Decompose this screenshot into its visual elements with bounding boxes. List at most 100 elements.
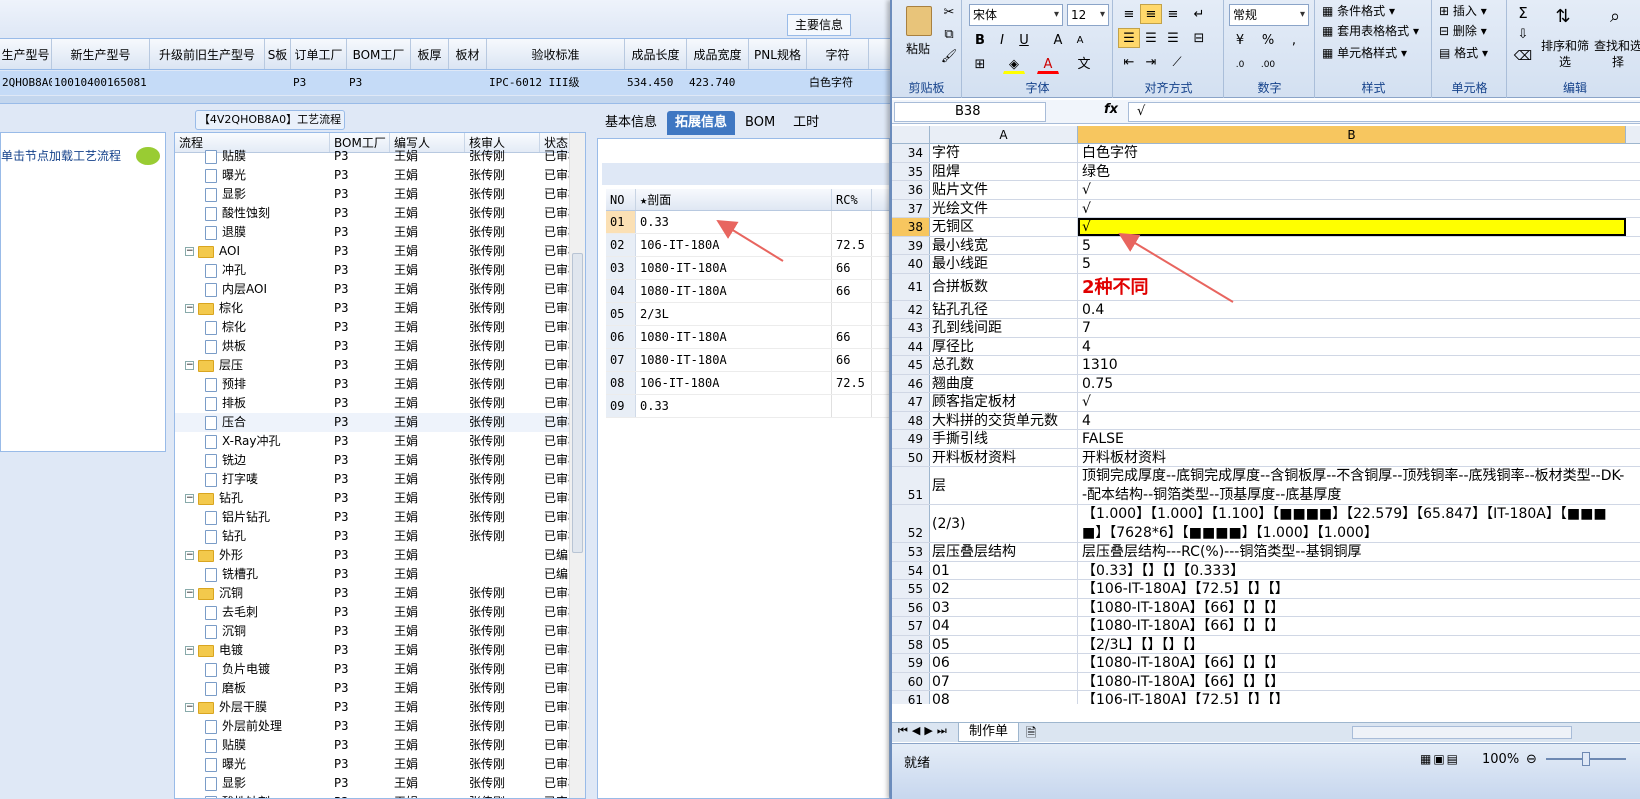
cell-b[interactable]: FALSE xyxy=(1078,430,1626,448)
tree-node[interactable]: 冲孔 xyxy=(175,261,330,280)
number-format-combo[interactable]: 常规 xyxy=(1229,4,1309,26)
tree-row[interactable]: 预排 P3 王娟 张传刚 已审核 xyxy=(175,375,585,394)
cell-a[interactable]: 厚径比 xyxy=(930,337,1078,355)
insert-button[interactable]: ⊞ 插入 ▾ xyxy=(1439,2,1487,20)
row-header[interactable]: 37 xyxy=(892,199,930,217)
cell-a[interactable]: 孔到线间距 xyxy=(930,319,1078,337)
cell-a[interactable]: 总孔数 xyxy=(930,356,1078,374)
tree-row[interactable]: 曝光 P3 王娟 张传刚 已审核 xyxy=(175,755,585,774)
clear-icon[interactable]: ⌫ xyxy=(1512,46,1534,66)
tree-row[interactable]: − 棕化 P3 王娟 张传刚 已审核 xyxy=(175,299,585,318)
main-col-header[interactable]: 订单工厂 xyxy=(291,39,347,69)
row-header[interactable]: 39 xyxy=(892,236,930,254)
row-header[interactable]: 35 xyxy=(892,162,930,180)
tree-node[interactable]: 曝光 xyxy=(175,166,330,185)
align-left-icon[interactable]: ☰ xyxy=(1118,28,1140,48)
cell-b[interactable]: 层压叠层结构---RC(%)---铜箔类型--基铜铜厚 xyxy=(1078,543,1626,561)
tree-row[interactable]: 酸性蚀刻P3王娟张传刚已审核 xyxy=(175,793,585,798)
row-header[interactable]: 40 xyxy=(892,255,930,273)
main-col-header[interactable]: 字符 xyxy=(807,39,869,69)
name-box[interactable]: B38 xyxy=(894,102,1046,122)
tree-row[interactable]: 烘板 P3 王娟 张传刚 已审核 xyxy=(175,337,585,356)
tree-row[interactable]: X-Ray冲孔 P3 王娟 张传刚 已审核 xyxy=(175,432,585,451)
cell-b[interactable]: 1310 xyxy=(1078,356,1626,374)
cell-b[interactable]: 白色字符 xyxy=(1078,144,1626,162)
tree-node[interactable]: 显影 xyxy=(175,185,330,204)
main-col-header[interactable]: 生产型号 xyxy=(0,39,52,69)
tree-node[interactable]: − 外形 xyxy=(175,546,330,565)
row-header[interactable]: 46 xyxy=(892,374,930,392)
tree-node[interactable]: − 钻孔 xyxy=(175,489,330,508)
tree-node[interactable]: 铝片钻孔 xyxy=(175,508,330,527)
cell-b[interactable]: 0.4 xyxy=(1078,301,1626,319)
main-col-header[interactable]: 新生产型号 xyxy=(52,39,150,69)
cell-a[interactable]: 05 xyxy=(930,635,1078,653)
tree-row[interactable]: 内层AOI P3 王娟 张传刚 已审核 xyxy=(175,280,585,299)
cell-b[interactable]: 【1.000】【1.000】【1.100】【■■■■】【22.579】【65.8… xyxy=(1078,505,1626,542)
currency-icon[interactable]: ¥ xyxy=(1229,30,1251,50)
cell-b[interactable]: 【1080-IT-180A】【66】【】【】 xyxy=(1078,673,1626,691)
decrease-decimal-icon[interactable]: .00 xyxy=(1257,54,1279,74)
tree-row[interactable]: 磨板 P3 王娟 张传刚 已审核 xyxy=(175,679,585,698)
sort-filter-button[interactable]: 排序和筛选 xyxy=(1540,38,1590,70)
cell-a[interactable]: 02 xyxy=(930,580,1078,598)
find-select-icon[interactable]: ⌕ xyxy=(1604,6,1626,27)
italic-icon[interactable]: I xyxy=(991,30,1013,50)
cell-a[interactable]: 03 xyxy=(930,598,1078,616)
font-color-icon[interactable]: A xyxy=(1037,54,1059,74)
cell-b[interactable]: √ xyxy=(1078,181,1626,199)
delete-button[interactable]: ⊟ 删除 ▾ xyxy=(1439,22,1487,40)
tree-node[interactable]: − 层压 xyxy=(175,356,330,375)
merge-icon[interactable]: ⊟ xyxy=(1188,28,1210,48)
row-header[interactable]: 52 xyxy=(892,505,930,542)
main-table-row[interactable]: 2QHOB8A0 10010400165081 P3 P3 IPC-6012 III级 5… xyxy=(0,71,890,95)
cell-b[interactable]: 5 xyxy=(1078,237,1626,255)
align-top-icon[interactable]: ≡ xyxy=(1118,4,1140,24)
tree-node[interactable]: 酸性蚀刻 xyxy=(175,793,330,798)
stack-row[interactable]: 04 1080-IT-180A 66 xyxy=(606,280,889,303)
cell-a[interactable]: 合拼板数 xyxy=(930,273,1078,300)
tree-row[interactable]: 钻孔 P3 王娟 张传刚 已审核 xyxy=(175,527,585,546)
sort-filter-icon[interactable]: ⇅ xyxy=(1552,6,1574,27)
tree-row[interactable]: 显影 P3 王娟 张传刚 已审核 xyxy=(175,185,585,204)
main-info-panel-title[interactable]: 主要信息 xyxy=(787,14,851,36)
cell-a[interactable]: 06 xyxy=(930,654,1078,672)
cell-b[interactable]: 【2/3L】【】【】【】 xyxy=(1078,636,1626,654)
cell-b[interactable]: √ xyxy=(1078,393,1626,411)
horizontal-scrollbar[interactable] xyxy=(1352,726,1572,739)
tree-node[interactable]: 去毛刺 xyxy=(175,603,330,622)
main-col-header[interactable]: 板厚 xyxy=(411,39,449,69)
indent-increase-icon[interactable]: ⇥ xyxy=(1140,52,1162,72)
cell-b[interactable]: 7 xyxy=(1078,319,1626,337)
grow-font-icon[interactable]: A xyxy=(1047,30,1069,50)
main-col-header[interactable]: 成品长度 xyxy=(625,39,687,69)
tree-row[interactable]: − 层压 P3 王娟 张传刚 已审核 xyxy=(175,356,585,375)
row-header[interactable]: 45 xyxy=(892,356,930,374)
cell-a[interactable]: 大料拼的交货单元数 xyxy=(930,411,1078,429)
tab-item[interactable]: 基本信息 xyxy=(597,111,665,135)
tree-node[interactable]: − AOI xyxy=(175,242,330,261)
fill-color-icon[interactable]: ◈ xyxy=(1003,54,1025,74)
collapse-toggle-icon[interactable]: − xyxy=(185,589,194,598)
tree-node[interactable]: X-Ray冲孔 xyxy=(175,432,330,451)
border-icon[interactable]: ⊞ xyxy=(969,54,991,74)
percent-icon[interactable]: % xyxy=(1257,30,1279,50)
cell-a[interactable]: 08 xyxy=(930,691,1078,704)
tree-row[interactable]: 棕化 P3 王娟 张传刚 已审核 xyxy=(175,318,585,337)
tree-node[interactable]: 贴膜 xyxy=(175,147,330,166)
stack-row[interactable]: 01 0.33 xyxy=(606,211,889,234)
fill-icon[interactable]: ⇩ xyxy=(1512,24,1534,44)
format-button[interactable]: ▤ 格式 ▾ xyxy=(1439,44,1488,62)
font-size-combo[interactable]: 12 xyxy=(1067,4,1109,26)
cell-a[interactable]: 钻孔孔径 xyxy=(930,300,1078,318)
tree-row[interactable]: 铣边 P3 王娟 张传刚 已审核 xyxy=(175,451,585,470)
tree-node[interactable]: 棕化 xyxy=(175,318,330,337)
tree-row[interactable]: 排板 P3 王娟 张传刚 已审核 xyxy=(175,394,585,413)
row-header[interactable]: 38 xyxy=(892,218,930,236)
cell-b[interactable]: √ xyxy=(1078,200,1626,218)
select-all-corner[interactable] xyxy=(892,126,930,143)
sheet-nav-icon[interactable]: ⏮◀▶⏭ xyxy=(898,724,951,738)
tree-node[interactable]: 内层AOI xyxy=(175,280,330,299)
tree-node[interactable]: − 沉铜 xyxy=(175,584,330,603)
tree-row[interactable]: 铝片钻孔 P3 王娟 张传刚 已审核 xyxy=(175,508,585,527)
